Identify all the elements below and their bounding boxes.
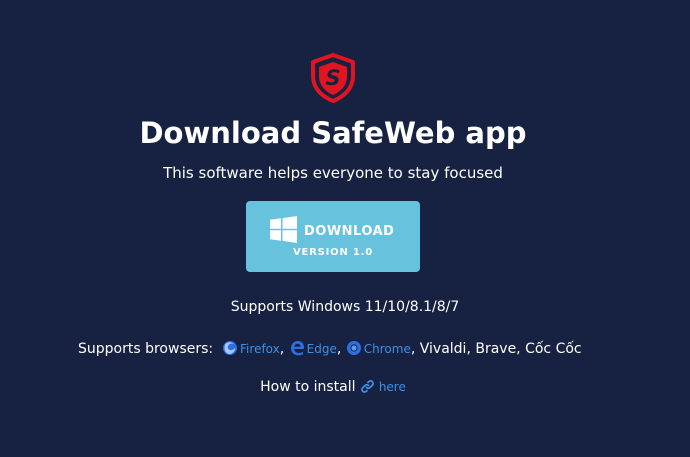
firefox-icon <box>223 341 238 355</box>
download-label: DOWNLOAD <box>304 224 395 239</box>
version-label: VERSION 1.0 <box>292 247 374 258</box>
chrome-link[interactable]: Chrome <box>346 341 411 356</box>
download-page: S Download SafeWeb app This software hel… <box>0 0 690 457</box>
edge-icon <box>290 341 304 356</box>
browser-separator: , <box>410 341 420 357</box>
firefox-link[interactable]: Firefox <box>222 341 280 356</box>
safeweb-shield-icon: S <box>311 53 355 103</box>
edge-link[interactable]: Edge <box>289 341 337 356</box>
supported-browsers: Supports browsers: Firefox, Edge, Chrome… <box>78 340 582 357</box>
supported-windows-text: Supports Windows 11/10/8.1/8/7 <box>230 299 460 315</box>
browser-separator: , <box>279 341 289 357</box>
windows-icon <box>270 216 297 243</box>
link-icon <box>361 380 374 393</box>
other-browsers-text: Vivaldi, Brave, Cốc Cốc <box>419 341 582 357</box>
chrome-icon <box>346 341 361 355</box>
firefox-link-label: Firefox <box>240 342 280 356</box>
logo-letter: S <box>325 66 340 90</box>
download-button[interactable]: DOWNLOAD VERSION 1.0 <box>246 201 420 272</box>
chrome-link-label: Chrome <box>363 342 411 356</box>
edge-link-label: Edge <box>306 342 337 356</box>
install-link-text: here <box>378 380 406 394</box>
install-instructions: How to install here <box>0 379 666 395</box>
page-title: Download SafeWeb app <box>139 116 527 150</box>
install-label: How to install <box>260 379 356 395</box>
install-here-link[interactable]: here <box>360 380 406 394</box>
browser-separator: , <box>336 341 346 357</box>
page-subtitle: This software helps everyone to stay foc… <box>163 164 503 182</box>
browsers-label: Supports browsers: <box>78 341 214 357</box>
